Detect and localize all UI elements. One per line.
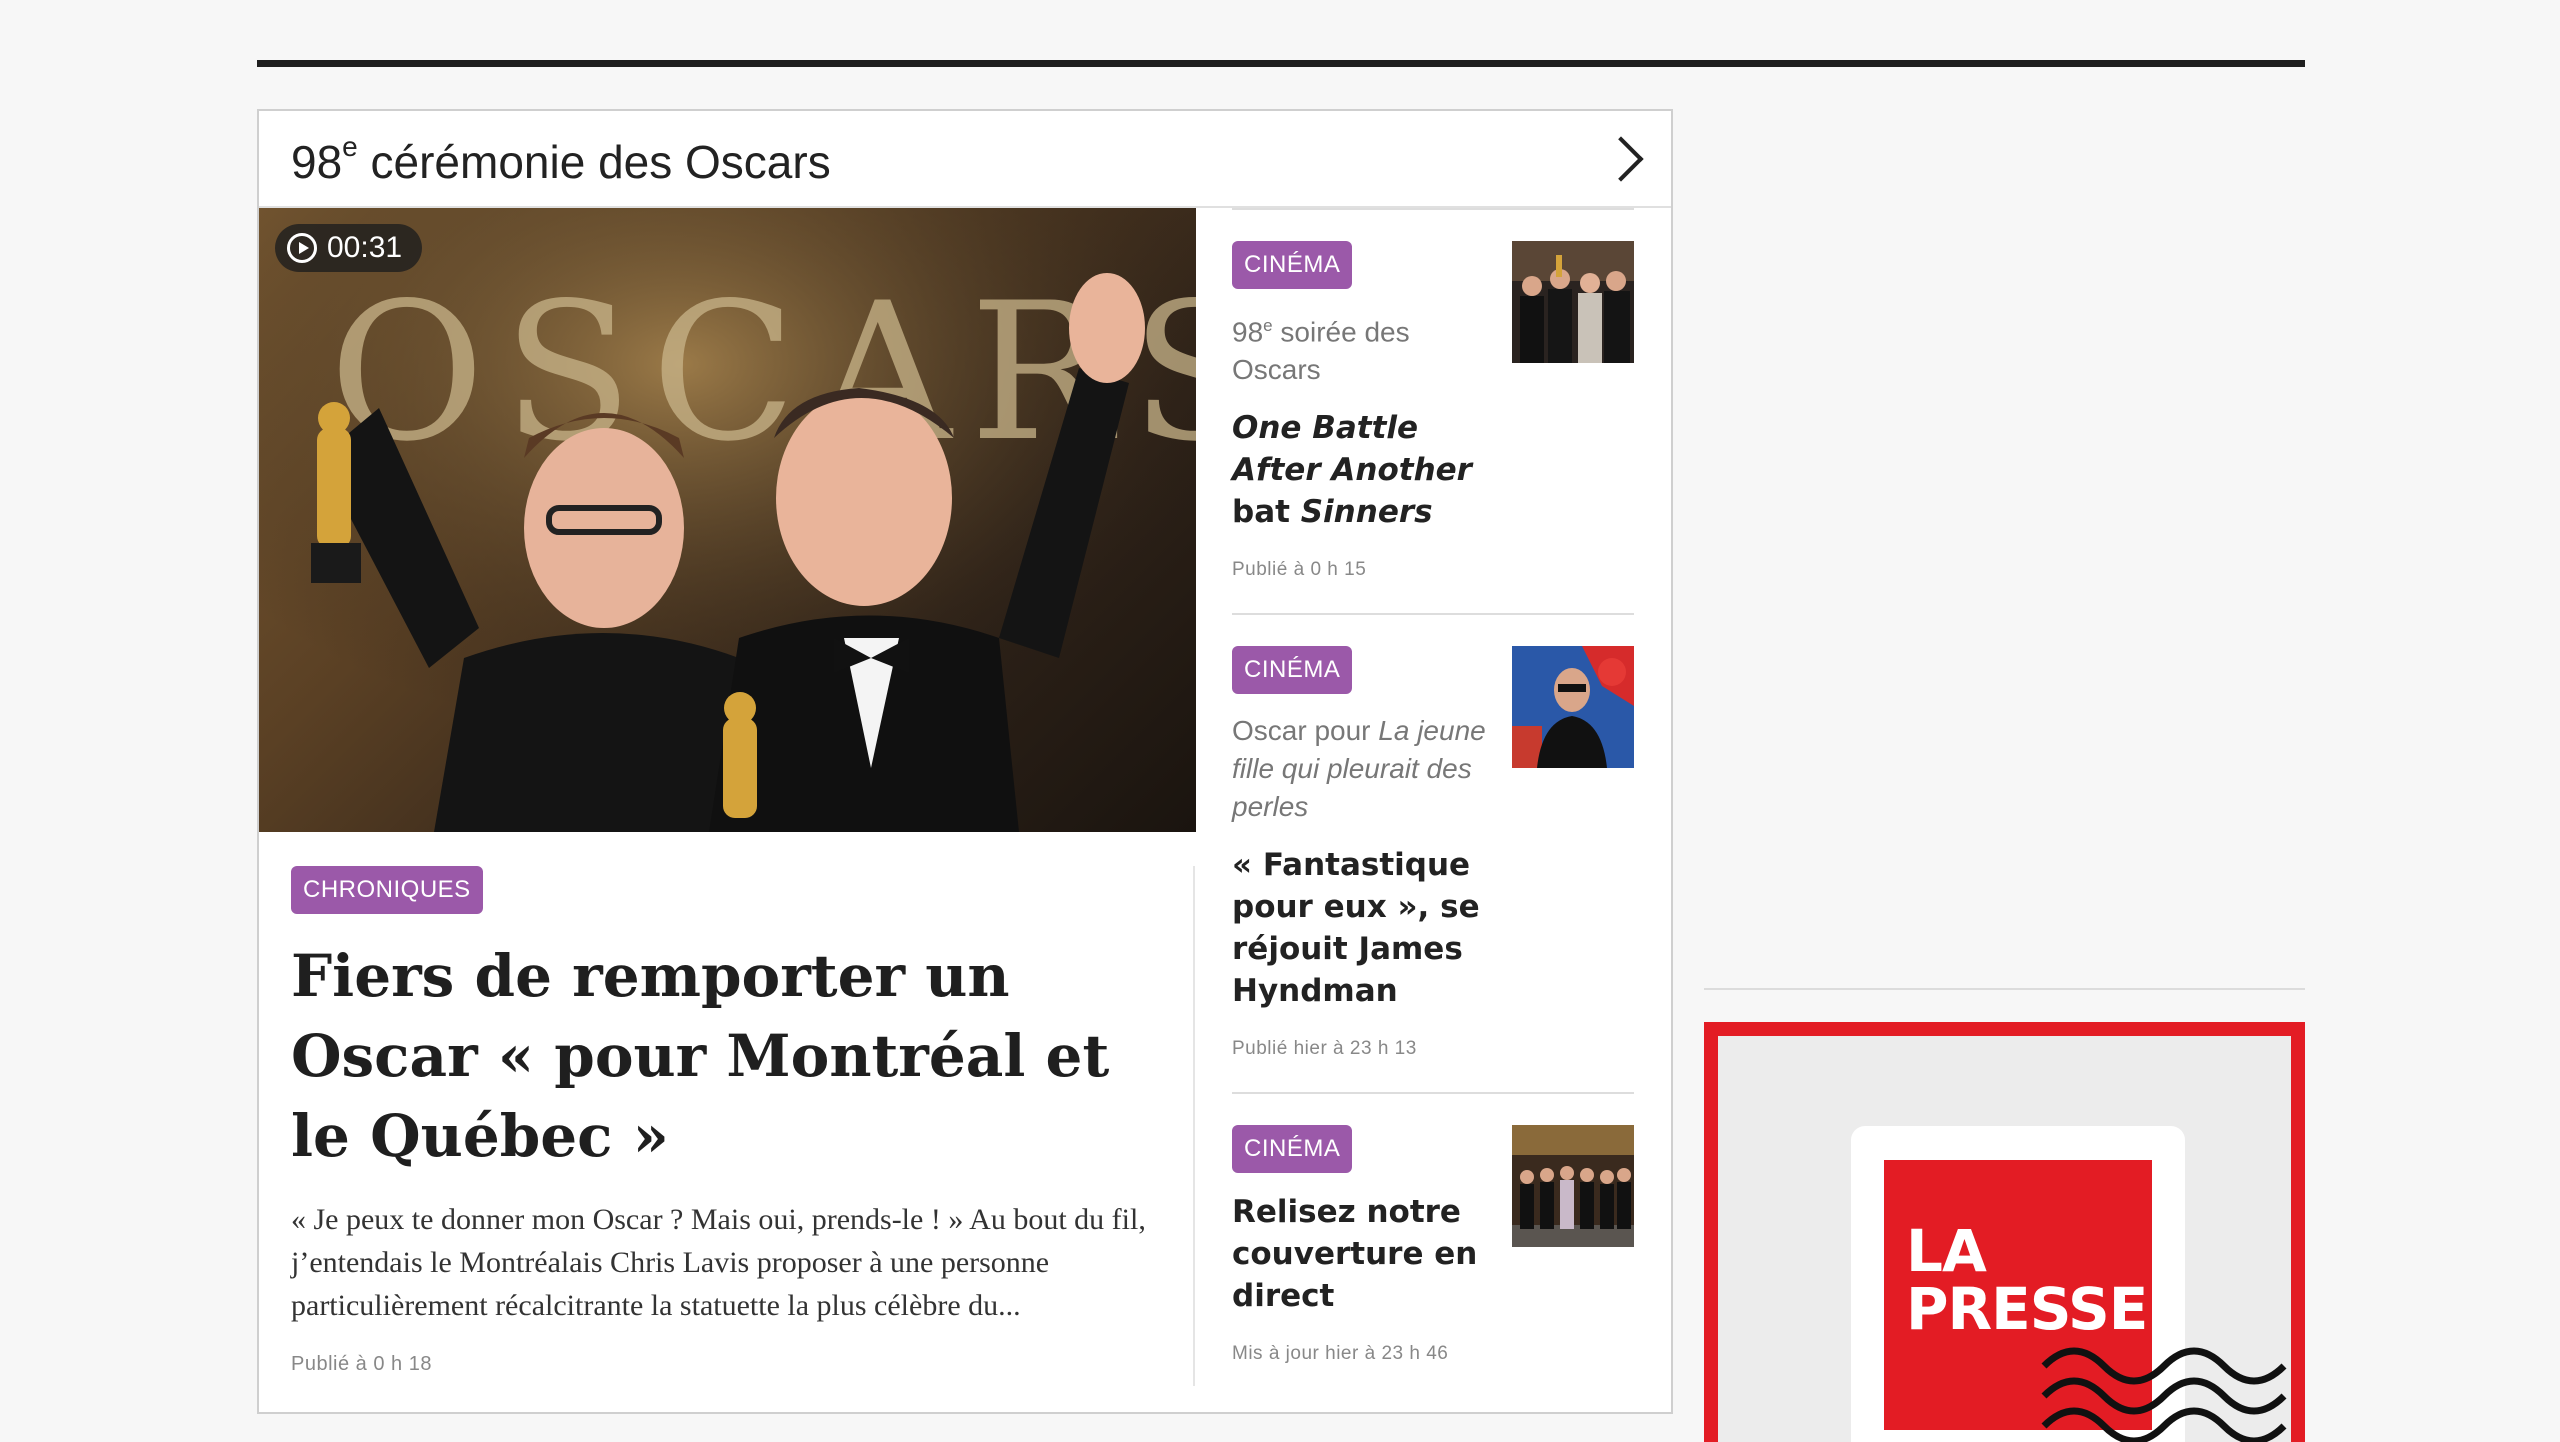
story-kicker: Oscar pour La jeune fille qui pleurait d… [1232,715,1486,823]
story-headline[interactable]: One Battle After Another bat Sinners [1232,407,1492,533]
ad-background: LA PRESSE [1718,1036,2291,1442]
category-badge[interactable]: CINÉMA [1232,1125,1353,1174]
video-duration-badge: 00:31 [275,224,423,272]
chevron-right-icon[interactable] [1598,136,1644,182]
column-divider [1193,866,1195,1386]
oscars-section-card: 98e cérémonie des Oscars OSCARS 00:31 CH… [257,109,1673,1414]
story-thumbnail[interactable] [1512,1125,1634,1248]
list-item[interactable]: CINÉMA Relisez notre couverture en direc… [1232,1092,1634,1397]
list-item[interactable]: CINÉMA 98e soirée des Oscars One Battle … [1232,208,1634,613]
la-presse-ad[interactable]: LA PRESSE [1704,1022,2305,1442]
main-headline[interactable]: Fiers de remporter un Oscar « pour Montr… [291,936,1161,1176]
sidebar-divider [1704,988,2305,990]
story-thumbnail[interactable] [1512,646,1634,769]
category-badge[interactable]: CHRONIQUES [291,866,483,914]
publish-time: Publié à 0 h 18 [291,1353,432,1375]
publish-time: Publié hier à 23 h 13 [1232,1038,1417,1060]
section-header[interactable]: 98e cérémonie des Oscars [259,111,1671,208]
story-thumbnail[interactable] [1512,241,1634,363]
hero-video-thumbnail[interactable]: OSCARS 00:31 [259,208,1196,832]
main-excerpt: « Je peux te donner mon Oscar ? Mais oui… [291,1203,1146,1322]
list-item[interactable]: CINÉMA Oscar pour La jeune fille qui ple… [1232,613,1634,1092]
publish-time: Publié à 0 h 15 [1232,559,1367,581]
main-story[interactable]: CHRONIQUES Fiers de remporter un Oscar «… [291,866,1161,1376]
category-badge[interactable]: CINÉMA [1232,646,1353,695]
section-title[interactable]: 98e cérémonie des Oscars [291,131,831,189]
story-headline[interactable]: « Fantastique pour eux », se réjouit Jam… [1232,844,1492,1012]
publish-time: Mis à jour hier à 23 h 46 [1232,1343,1449,1365]
hero-photo: OSCARS [259,208,1196,832]
play-circle-icon [287,233,317,263]
category-badge[interactable]: CINÉMA [1232,241,1353,289]
story-kicker: 98e soirée des Oscars [1232,316,1410,386]
section-top-rule [257,60,2305,67]
side-story-list: CINÉMA 98e soirée des Oscars One Battle … [1232,208,1634,1397]
story-headline[interactable]: Relisez notre couverture en direct [1232,1191,1492,1317]
postmark-waves-icon [2041,1347,2287,1442]
